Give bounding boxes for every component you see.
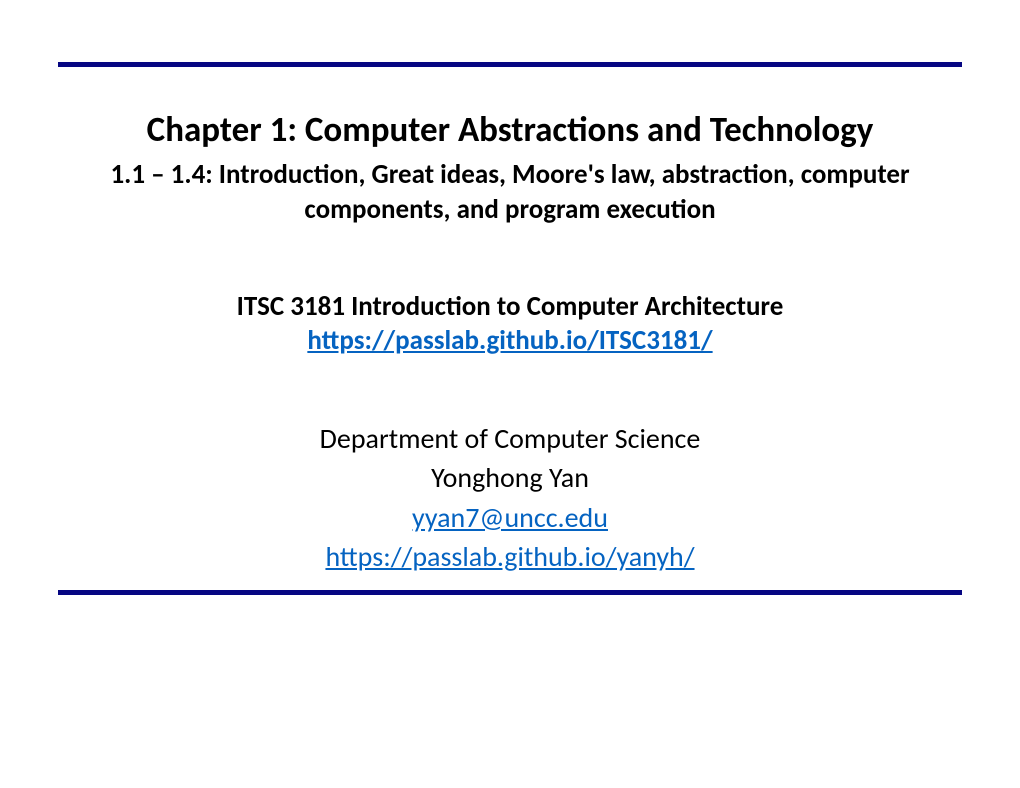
chapter-subtitle: 1.1 – 1.4: Introduction, Great ideas, Mo… [58, 157, 962, 227]
chapter-title: Chapter 1: Computer Abstractions and Tec… [58, 109, 962, 151]
email-link[interactable]: yyan7@uncc.edu [412, 500, 608, 535]
course-name: ITSC 3181 Introduction to Computer Archi… [58, 289, 962, 324]
author-homepage[interactable]: https://passlab.github.io/yanyh/ [58, 537, 962, 576]
bottom-horizontal-rule [58, 590, 962, 595]
slide-content: Chapter 1: Computer Abstractions and Tec… [0, 0, 1020, 788]
top-horizontal-rule [58, 62, 962, 67]
author-email[interactable]: yyan7@uncc.edu [58, 498, 962, 537]
homepage-link[interactable]: https://passlab.github.io/yanyh/ [325, 539, 694, 574]
author-name: Yonghong Yan [58, 458, 962, 497]
course-link[interactable]: https://passlab.github.io/ITSC3181/ [58, 324, 962, 357]
department-name: Department of Computer Science [58, 419, 962, 458]
course-url[interactable]: https://passlab.github.io/ITSC3181/ [307, 324, 712, 357]
